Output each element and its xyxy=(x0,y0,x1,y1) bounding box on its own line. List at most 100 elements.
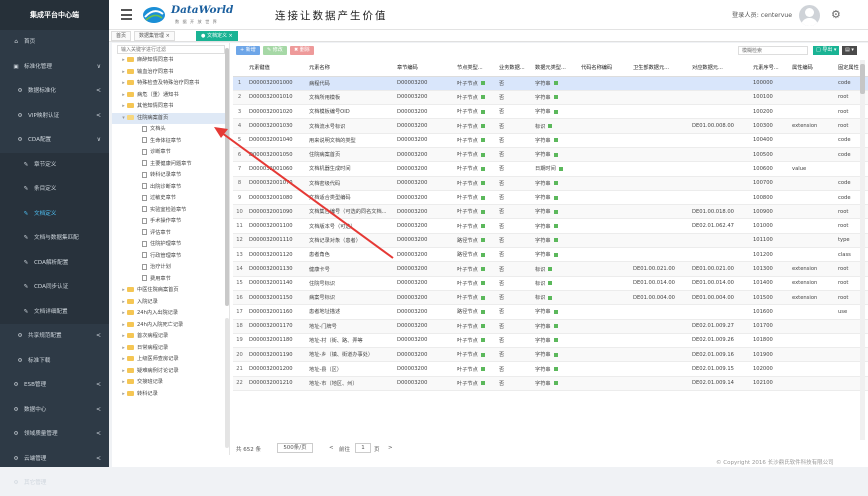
tree-folder-node[interactable]: ▸ 交接班记录 xyxy=(112,377,229,389)
edit-cell-icon[interactable] xyxy=(553,338,558,343)
edit-cell-icon[interactable] xyxy=(480,281,485,286)
tree-expand-icon[interactable]: ▸ xyxy=(120,331,127,343)
edit-cell-icon[interactable] xyxy=(553,209,558,214)
tree-folder-node[interactable]: ▸ 中医住院病案首页 xyxy=(112,285,229,297)
sidebar-item-7[interactable]: ✎ 文档定义 xyxy=(0,201,109,226)
column-header[interactable]: 章节编码 xyxy=(394,59,454,77)
column-header[interactable] xyxy=(233,59,246,77)
edit-cell-icon[interactable] xyxy=(553,352,558,357)
column-header[interactable]: 数据元类型... xyxy=(532,59,578,77)
settings-gear-icon[interactable]: ⚙ xyxy=(831,8,841,21)
tree-folder-node[interactable]: ▸ 其他知情同意书 xyxy=(112,101,229,113)
table-row[interactable]: 8 D000032001070 文档密级代码 D00003200 叶子节点 否 字符串 100… xyxy=(233,176,868,191)
grid-search-input[interactable] xyxy=(738,46,808,55)
tree-leaf-node[interactable]: 生命体征章节 xyxy=(112,136,229,148)
column-header[interactable]: 元素键值 xyxy=(246,59,306,77)
edit-cell-icon[interactable] xyxy=(480,352,485,357)
tree-leaf-node[interactable]: 住院护理章节 xyxy=(112,239,229,251)
table-row[interactable]: 17 D000032001160 患者地址描述 D00003200 路径节点 否 字符串 10… xyxy=(233,304,868,320)
sidebar-item-4[interactable]: ⚙ CDA配置 ∨ xyxy=(0,128,109,153)
table-row[interactable]: 21 D000032001200 地址-县（区） D00003200 叶子节点 否 字符串 D… xyxy=(233,361,868,377)
edit-cell-icon[interactable] xyxy=(480,95,485,100)
tree-leaf-node[interactable]: 主要健康问题章节 xyxy=(112,159,229,171)
tree-folder-node[interactable]: ▸ 上级医师查房记录 xyxy=(112,354,229,366)
tab-document-definition[interactable]: ● 文档定义 × xyxy=(196,31,238,41)
sidebar-item-14[interactable]: ⚙ ESB管理 < xyxy=(0,373,109,398)
tree-expand-icon[interactable]: ▸ xyxy=(120,285,127,297)
table-row[interactable]: 6 D000032001050 住院病案首页 D00003200 叶子节点 否 字符串 100… xyxy=(233,147,868,163)
sidebar-item-2[interactable]: ⚙ 数据标准化 < xyxy=(0,79,109,104)
tree-filter-input[interactable] xyxy=(117,45,225,54)
edit-cell-icon[interactable] xyxy=(553,152,558,157)
edit-cell-icon[interactable] xyxy=(480,224,485,229)
column-header[interactable]: 卫生部数据元... xyxy=(630,59,689,77)
table-row[interactable]: 5 D000032001040 用来说明文档的类型 D00003200 叶子节点 否 字符串… xyxy=(233,133,868,148)
tree-leaf-node[interactable]: 文档头 xyxy=(112,124,229,136)
tree-leaf-node[interactable]: 诊断章节 xyxy=(112,147,229,159)
edit-cell-icon[interactable] xyxy=(553,109,558,114)
tree-expand-icon[interactable]: ▸ xyxy=(120,55,127,67)
edit-cell-icon[interactable] xyxy=(480,238,485,243)
sidebar-item-6[interactable]: ✎ 条目定义 xyxy=(0,177,109,202)
edit-cell-icon[interactable] xyxy=(553,381,558,386)
tree-expand-icon[interactable]: ▸ xyxy=(120,366,127,378)
table-row[interactable]: 9 D000032001080 文档适合类型编码 D00003200 叶子节点 否 字符串 1… xyxy=(233,190,868,206)
next-page-button[interactable]: > xyxy=(388,445,393,451)
sidebar-item-0[interactable]: ⌂ 首页 xyxy=(0,30,109,55)
edit-cell-icon[interactable] xyxy=(480,209,485,214)
table-row[interactable]: 4 D000032001030 文档流水号标识 D00003200 叶子节点 否 标识 DE0… xyxy=(233,118,868,134)
table-row[interactable]: 3 D000032001020 文档模板编号OID D00003200 叶子节点 否 字符串… xyxy=(233,104,868,120)
table-row[interactable]: 14 D000032001130 健康卡号 D00003200 叶子节点 否 标识 DE01.… xyxy=(233,261,868,277)
edit-cell-icon[interactable] xyxy=(480,166,485,171)
table-row[interactable]: 1 D000032001000 病程代码 D00003200 叶子节点 否 字符串 10000… xyxy=(233,76,868,91)
tree-leaf-node[interactable]: 转科记录章节 xyxy=(112,170,229,182)
export-button[interactable]: □ 导出 ▾ xyxy=(813,46,840,55)
tree-expand-icon[interactable]: ▸ xyxy=(120,389,127,401)
edit-cell-icon[interactable] xyxy=(548,124,553,129)
column-header[interactable]: 代码名称编码 xyxy=(578,59,630,77)
table-row[interactable]: 12 D000032001110 文档记录对象（患者） D00003200 路径节点 否 字… xyxy=(233,233,868,249)
tree-folder-node[interactable]: ▸ 输血治疗同意书 xyxy=(112,67,229,79)
table-row[interactable]: 19 D000032001180 地址-村（街、路、弄等 D00003200 叶子节点 否… xyxy=(233,333,868,349)
table-row[interactable]: 16 D000032001150 病案号标识 D00003200 叶子节点 否 标识 DE01… xyxy=(233,290,868,306)
edit-cell-icon[interactable] xyxy=(480,367,485,372)
column-header[interactable]: 属性编码 xyxy=(789,59,835,77)
edit-cell-icon[interactable] xyxy=(548,295,553,300)
edit-cell-icon[interactable] xyxy=(553,195,558,200)
edit-cell-icon[interactable] xyxy=(553,252,558,257)
edit-cell-icon[interactable] xyxy=(553,181,558,186)
edit-cell-icon[interactable] xyxy=(480,195,485,200)
edit-cell-icon[interactable] xyxy=(553,324,558,329)
edit-cell-icon[interactable] xyxy=(553,224,558,229)
avatar[interactable] xyxy=(799,5,820,26)
sidebar-item-13[interactable]: ⚙ 标准下载 xyxy=(0,349,109,374)
edit-cell-icon[interactable] xyxy=(558,166,563,171)
edit-cell-icon[interactable] xyxy=(480,124,485,129)
table-row[interactable]: 18 D000032001170 地址-门牌号 D00003200 叶子节点 否 字符串 DE… xyxy=(233,319,868,334)
tree-expand-icon[interactable]: ▾ xyxy=(120,113,127,125)
tree-expand-icon[interactable]: ▸ xyxy=(120,101,127,113)
tree-folder-node[interactable]: ▸ 日常病程记录 xyxy=(112,343,229,355)
table-row[interactable]: 20 D000032001190 地址-乡（镇、街道办事处） D00003200 叶子节… xyxy=(233,347,868,363)
tree-expand-icon[interactable]: ▸ xyxy=(120,297,127,309)
column-header[interactable]: 节点类型... xyxy=(454,59,496,77)
delete-button[interactable]: ✖ 删除 xyxy=(290,46,314,55)
sidebar-item-1[interactable]: ▣ 标准化管理 ∨ xyxy=(0,55,109,80)
column-header[interactable]: 元素名称 xyxy=(306,59,394,77)
tab-dataset-management[interactable]: 数据集管理 × xyxy=(134,31,175,41)
tree-expand-icon[interactable]: ▸ xyxy=(120,343,127,355)
tree-expand-icon[interactable]: ▸ xyxy=(120,67,127,79)
edit-cell-icon[interactable] xyxy=(480,181,485,186)
sidebar-item-9[interactable]: ✎ CDA解析配置 xyxy=(0,250,109,275)
table-row[interactable]: 22 D000032001210 地址-市（地区、州） D00003200 叶子节点 否 字… xyxy=(233,376,868,392)
edit-cell-icon[interactable] xyxy=(553,138,558,143)
tree-leaf-node[interactable]: 实验室检验章节 xyxy=(112,205,229,217)
sidebar-item-17[interactable]: ⚙ 云端管理 < xyxy=(0,447,109,472)
tree-folder-node[interactable]: ▸ 病危（重）通知书 xyxy=(112,90,229,102)
sidebar-item-10[interactable]: ✎ CDA同步认证 xyxy=(0,275,109,300)
table-row[interactable]: 13 D000032001120 患者角色 D00003200 路径节点 否 字符串 1012… xyxy=(233,247,868,263)
sidebar-item-11[interactable]: ✎ 文档详细配置 xyxy=(0,299,109,324)
tree-expand-icon[interactable]: ▸ xyxy=(120,320,127,332)
tree-folder-node[interactable]: ▸ 入院记录 xyxy=(112,297,229,309)
sidebar-item-15[interactable]: ⚙ 数据中心 < xyxy=(0,398,109,423)
